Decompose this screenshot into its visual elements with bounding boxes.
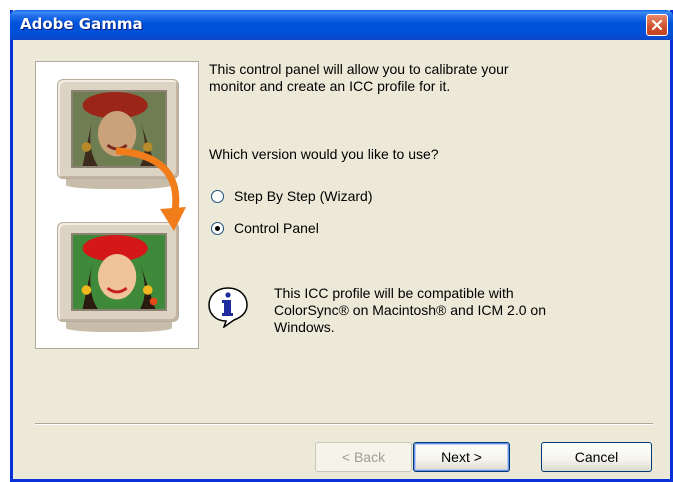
option-label: Control Panel (234, 220, 319, 236)
option-step-by-step[interactable]: Step By Step (Wizard) (211, 188, 373, 204)
compatibility-info: This ICC profile will be compatible with… (274, 285, 546, 335)
radio-step-by-step[interactable] (211, 189, 224, 203)
curved-arrow-icon (116, 147, 186, 231)
dialog-content: This control panel will allow you to cal… (13, 40, 670, 479)
monitor-illustration (35, 61, 199, 349)
back-button[interactable]: < Back (315, 442, 412, 472)
separator (35, 423, 653, 425)
title-bar[interactable]: Adobe Gamma (10, 10, 673, 40)
version-question: Which version would you like to use? (209, 146, 439, 162)
next-button[interactable]: Next > (413, 442, 510, 472)
cancel-button[interactable]: Cancel (541, 442, 652, 472)
option-control-panel[interactable]: Control Panel (211, 220, 319, 236)
info-speech-bubble-icon (208, 287, 248, 328)
option-label: Step By Step (Wizard) (234, 188, 373, 204)
close-button[interactable] (646, 14, 668, 36)
window-title: Adobe Gamma (20, 15, 143, 33)
adobe-gamma-dialog: Adobe Gamma This control panel will allo… (10, 10, 673, 482)
intro-text: This control panel will allow you to cal… (209, 61, 509, 94)
screen-after (71, 233, 167, 311)
radio-control-panel[interactable] (211, 221, 224, 235)
close-icon (651, 19, 663, 31)
background-window-fragment (0, 0, 10, 482)
monitor-after (57, 222, 179, 332)
